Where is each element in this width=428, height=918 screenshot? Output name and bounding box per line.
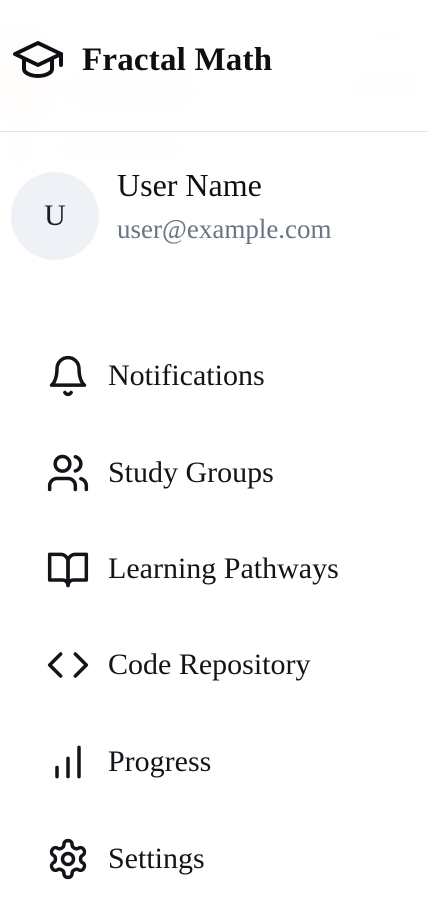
avatar-initial: U	[44, 199, 66, 232]
bar-chart-icon	[44, 738, 92, 786]
menu-item-learning-pathways[interactable]: Learning Pathways	[44, 533, 414, 605]
menu-item-label: Study Groups	[108, 456, 274, 489]
menu-item-label: Notifications	[108, 359, 265, 392]
menu-item-label: Code Repository	[108, 648, 311, 681]
code-icon	[44, 641, 92, 689]
app-title: Fractal Math	[82, 41, 273, 78]
user-name: User Name	[117, 167, 262, 204]
profile-text: User Name user@example.com	[117, 167, 332, 245]
menu-item-label: Progress	[108, 745, 212, 778]
graduation-cap-icon	[12, 38, 64, 82]
menu-item-label: Settings	[108, 842, 205, 875]
bell-icon	[44, 352, 92, 400]
menu-item-progress[interactable]: Progress	[44, 726, 414, 798]
book-open-icon	[44, 545, 92, 593]
menu-item-label: Learning Pathways	[108, 552, 339, 585]
drawer-header: Fractal Math	[0, 0, 428, 132]
user-email: user@example.com	[117, 213, 332, 244]
menu-item-notifications[interactable]: Notifications	[44, 340, 414, 412]
users-icon	[44, 449, 92, 497]
menu-item-code-repository[interactable]: Code Repository	[44, 629, 414, 701]
menu-item-study-groups[interactable]: Study Groups	[44, 437, 414, 509]
user-profile[interactable]: U User Name user@example.com	[11, 167, 332, 260]
avatar: U	[11, 172, 99, 260]
menu-item-settings[interactable]: Settings	[44, 823, 414, 895]
gear-icon	[44, 835, 92, 883]
brand[interactable]: Fractal Math	[12, 38, 272, 82]
navigation-drawer: Fractal Math U User Name user@example.co…	[0, 0, 428, 918]
